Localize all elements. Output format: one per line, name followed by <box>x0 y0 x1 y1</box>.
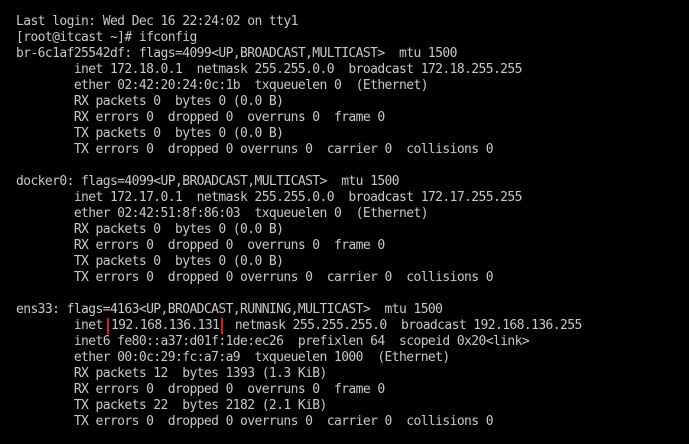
terminal-line: TX packets 0 bytes 0 (0.0 B) <box>16 126 284 141</box>
terminal-line: inet 172.17.0.1 netmask 255.255.0.0 broa… <box>16 190 523 205</box>
terminal-line: inet 172.18.0.1 netmask 255.255.0.0 broa… <box>16 62 523 77</box>
terminal-line: RX errors 0 dropped 0 overruns 0 frame 0 <box>16 110 385 125</box>
terminal-line: RX packets 0 bytes 0 (0.0 B) <box>16 222 284 237</box>
terminal-line: TX errors 0 dropped 0 overruns 0 carrier… <box>16 142 494 157</box>
terminal-window[interactable]: Last login: Wed Dec 16 22:24:02 on tty1[… <box>0 0 689 444</box>
terminal-line: RX packets 0 bytes 0 (0.0 B) <box>16 94 284 109</box>
terminal-line: br-6c1af25542df: flags=4099<UP,BROADCAST… <box>16 46 457 61</box>
terminal-line-ens33-inet: inet 192.168.136.131 netmask 255.255.255… <box>16 318 689 334</box>
terminal-output: Last login: Wed Dec 16 22:24:02 on tty1[… <box>16 14 689 430</box>
terminal-line: ens33: flags=4163<UP,BROADCAST,RUNNING,M… <box>16 302 443 317</box>
terminal-line: RX packets 12 bytes 1393 (1.3 KiB) <box>16 366 328 381</box>
highlighted-ip-address: 192.168.136.131 <box>106 318 224 334</box>
terminal-line: TX errors 0 dropped 0 overruns 0 carrier… <box>16 414 494 429</box>
terminal-line: ether 02:42:20:24:0c:1b txqueuelen 0 (Et… <box>16 78 429 93</box>
terminal-line: RX errors 0 dropped 0 overruns 0 frame 0 <box>16 382 385 397</box>
terminal-line: docker0: flags=4099<UP,BROADCAST,MULTICA… <box>16 174 400 189</box>
terminal-line: Last login: Wed Dec 16 22:24:02 on tty1 <box>16 14 298 29</box>
inet-prefix: inet <box>16 318 110 333</box>
terminal-line: ether 00:0c:29:fc:a7:a9 txqueuelen 1000 … <box>16 350 450 365</box>
terminal-line: ether 02:42:51:8f:86:03 txqueuelen 0 (Et… <box>16 206 429 221</box>
terminal-line: [root@itcast ~]# ifconfig <box>16 30 197 45</box>
terminal-line: inet6 fe80::a37:d01f:1de:ec26 prefixlen … <box>16 334 530 349</box>
terminal-line: RX errors 0 dropped 0 overruns 0 frame 0 <box>16 238 385 253</box>
terminal-line: TX errors 0 dropped 0 overruns 0 carrier… <box>16 270 494 285</box>
inet-suffix: netmask 255.255.255.0 broadcast 192.168.… <box>220 318 582 333</box>
terminal-line: TX packets 0 bytes 0 (0.0 B) <box>16 254 284 269</box>
terminal-line: TX packets 22 bytes 2182 (2.1 KiB) <box>16 398 328 413</box>
